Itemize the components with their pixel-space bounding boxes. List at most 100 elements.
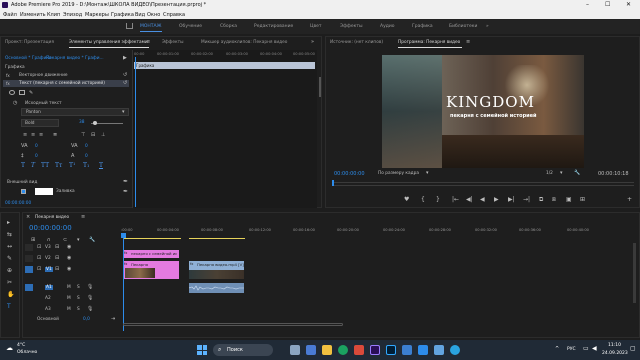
track-label[interactable]: V2 xyxy=(45,256,51,261)
font-size-value[interactable]: 38 xyxy=(79,120,84,125)
workspace-libraries[interactable]: Библиотеки xyxy=(449,24,477,29)
title-clip[interactable]: fx пекарня с семейной ис xyxy=(123,250,179,258)
play-reverse-icon[interactable]: ◀ xyxy=(480,196,485,203)
workspace-learning[interactable]: Обучение xyxy=(179,24,202,29)
track-label[interactable]: A2 xyxy=(45,296,51,301)
audio-clip[interactable] xyxy=(189,283,244,293)
eyedropper-icon[interactable]: ✒ xyxy=(123,188,128,195)
align-left-icon[interactable]: ≡ xyxy=(23,132,27,138)
tray-chevron-icon[interactable]: ^ xyxy=(555,346,559,352)
work-area-bar[interactable] xyxy=(123,238,181,239)
taskbar-app-task-view-icon[interactable] xyxy=(290,345,300,355)
add-marker-icon[interactable]: ♥ xyxy=(404,196,409,203)
source-patch-active[interactable] xyxy=(25,266,33,273)
mute-toggle[interactable]: M xyxy=(67,296,71,301)
network-icon[interactable]: ▭ xyxy=(583,345,589,352)
menu-window[interactable]: Окно xyxy=(147,12,160,18)
video-frame[interactable]: KINGDOM пекарня с семейной историей xyxy=(382,55,584,168)
source-patch-active[interactable] xyxy=(25,284,33,291)
add-button-icon[interactable]: + xyxy=(627,196,632,203)
go-to-end-icon[interactable]: ⇥ xyxy=(111,316,115,322)
fit-dropdown[interactable]: По размеру кадра ▾ xyxy=(376,170,434,177)
program-scrubber[interactable] xyxy=(332,182,634,186)
track-label[interactable]: A1 xyxy=(45,285,53,290)
notification-icon[interactable]: ▢ xyxy=(630,345,636,352)
compare-view-icon[interactable]: ⊞ xyxy=(580,196,585,203)
workspace-effects[interactable]: Эффекты xyxy=(340,24,363,29)
graphic-clip[interactable]: fx Пекарня xyxy=(123,261,179,279)
maximize-button[interactable]: ☐ xyxy=(605,1,610,8)
timeline-v-scrollbar[interactable] xyxy=(633,243,636,303)
tab-effect-controls[interactable]: Элементы управления эффектами xyxy=(69,40,148,45)
baseline-value[interactable]: 0 xyxy=(85,154,88,159)
menu-view[interactable]: Вид xyxy=(135,12,145,18)
solo-toggle[interactable]: S xyxy=(77,307,80,312)
tab-effects[interactable]: Эффекты xyxy=(162,40,183,45)
clip-selector[interactable]: Пекарня видео * Графи... xyxy=(46,56,104,61)
eye-icon[interactable]: ◉ xyxy=(67,255,71,261)
tab-source-monitor[interactable]: Источник: (нет клипов) xyxy=(330,40,383,45)
mark-in-icon[interactable]: { xyxy=(421,196,425,203)
menu-file[interactable]: Файл xyxy=(3,12,17,18)
taskbar-app-mail-icon[interactable] xyxy=(434,345,444,355)
eye-icon[interactable]: ◉ xyxy=(67,266,71,272)
go-to-out-icon[interactable]: →| xyxy=(523,196,530,203)
rect-mask-icon[interactable] xyxy=(19,90,25,95)
kf-playhead[interactable] xyxy=(135,57,136,207)
step-back-icon[interactable]: ◀| xyxy=(466,196,473,203)
search-box[interactable]: ⌕ Поиск xyxy=(213,344,273,356)
workspace-editing[interactable]: МОНТАЖ xyxy=(140,24,161,29)
solo-toggle[interactable]: S xyxy=(77,296,80,301)
kerning-value[interactable]: 0 xyxy=(85,144,88,149)
leading-icon[interactable]: ‡ xyxy=(21,153,24,159)
razor-tool-icon[interactable]: ✂ xyxy=(7,279,12,286)
fill-checkbox[interactable] xyxy=(21,189,26,194)
effect-controls-timecode[interactable]: 00:00:00:00 xyxy=(5,201,31,206)
tab-audio-mixer[interactable]: Микшер аудиоклипов: Пекарня видео xyxy=(201,40,287,45)
taskbar-app-folder-icon[interactable] xyxy=(322,345,332,355)
workspace-audio[interactable]: Аудио xyxy=(380,24,395,29)
windows-start-icon[interactable] xyxy=(197,345,207,355)
tab-project[interactable]: Проект: Презентация xyxy=(5,40,54,45)
sync-lock-icon[interactable]: ⊟ xyxy=(55,255,59,261)
taskbar-app-store-icon[interactable] xyxy=(306,345,316,355)
source-patch[interactable] xyxy=(25,255,33,262)
hand-tool-icon[interactable]: ✋ xyxy=(7,291,14,298)
close-button[interactable]: ✕ xyxy=(626,1,631,8)
tab-menu-icon[interactable]: ≡ xyxy=(466,39,470,45)
source-selector[interactable]: Основной * Графика xyxy=(5,56,52,61)
ripple-edit-icon[interactable]: ↔ xyxy=(7,243,12,250)
mic-icon[interactable]: 🎙 xyxy=(87,295,93,301)
workspace-graphics[interactable]: Графика xyxy=(412,24,433,29)
reset-icon[interactable]: ↺ xyxy=(123,72,127,78)
workspace-assembly[interactable]: Сборка xyxy=(220,24,237,29)
baseline-icon[interactable]: A xyxy=(71,153,74,159)
sync-lock-icon[interactable]: ⊟ xyxy=(55,244,59,250)
source-patch[interactable] xyxy=(25,244,33,251)
selection-tool-icon[interactable]: ▸ xyxy=(7,219,10,226)
mic-icon[interactable]: 🎙 xyxy=(87,306,93,312)
taskbar-app-chrome-icon[interactable] xyxy=(338,345,348,355)
play-icon[interactable]: ▶ xyxy=(494,196,499,203)
ellipse-mask-icon[interactable] xyxy=(9,90,15,95)
taskbar-app-photoshop-icon[interactable] xyxy=(386,345,396,355)
workspace-more[interactable]: » xyxy=(486,24,489,29)
master-volume[interactable]: 0,0 xyxy=(83,317,90,322)
eyedropper-icon[interactable]: ✒ xyxy=(123,178,128,185)
leading-value[interactable]: 0 xyxy=(35,154,38,159)
weather-icon[interactable]: ☁ xyxy=(6,344,13,352)
taskbar-app-photos-icon[interactable] xyxy=(418,345,428,355)
clock-date[interactable]: 24.09.2023 xyxy=(602,351,628,356)
text-top-icon[interactable]: ⊤ xyxy=(81,132,85,138)
track-label[interactable]: V1 xyxy=(45,267,53,272)
pen-tool-icon[interactable]: ✎ xyxy=(7,255,12,262)
timeline-timecode[interactable]: 00:00:00:00 xyxy=(29,224,72,232)
taskbar-app-explorer-icon[interactable] xyxy=(402,345,412,355)
language-indicator[interactable]: РУС xyxy=(567,347,576,352)
align-right-icon[interactable]: ≡ xyxy=(39,132,43,138)
effect-text-layer[interactable]: Текст (пекарня с семейной историей) xyxy=(19,81,105,86)
reset-icon[interactable]: ↺ xyxy=(123,80,127,86)
mark-out-icon[interactable]: } xyxy=(436,196,440,203)
program-timecode[interactable]: 00:00:00:00 xyxy=(334,171,365,177)
timeline-h-scrollbar[interactable] xyxy=(123,323,343,326)
